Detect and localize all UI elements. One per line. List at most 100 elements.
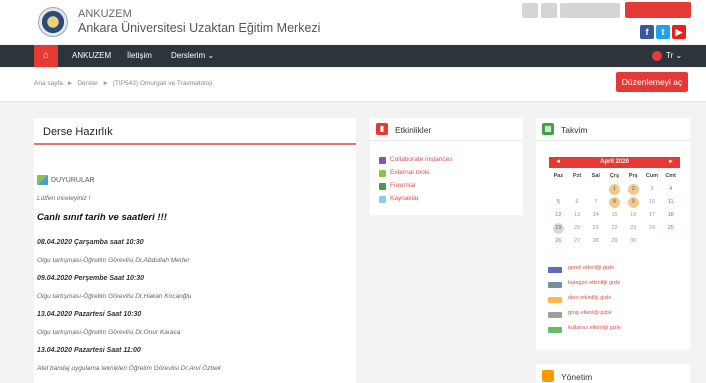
nav-item-iletisim[interactable]: İletişim [127, 45, 152, 67]
calendar-day[interactable]: 5 [549, 196, 568, 209]
university-logo[interactable] [38, 7, 68, 37]
activity-label[interactable]: Kaynaklar [390, 195, 419, 202]
site-subtitle[interactable]: Ankara Üniversitesi Uzaktan Eğitim Merke… [78, 21, 320, 35]
calendar-day[interactable]: 16 [624, 209, 643, 222]
calendar-day-number: 25 [667, 225, 674, 231]
activity-label[interactable]: Collaborate instances [390, 156, 453, 163]
schedule-date: 08.04.2020 Çarşamba saat 10:30 [37, 239, 144, 246]
calendar-day-number: 2 [627, 184, 639, 195]
calendar-day[interactable]: 10 [643, 196, 662, 209]
calendar-day[interactable]: 14 [586, 209, 605, 222]
home-icon[interactable]: ⌂ [34, 45, 58, 67]
language-selector[interactable]: Tr ⌄ [666, 45, 682, 67]
calendar-day[interactable]: 1 [605, 183, 624, 196]
calendar-day[interactable]: 23 [624, 222, 643, 235]
language-flag-icon[interactable] [652, 51, 662, 61]
breadcrumb-separator: ► [102, 80, 109, 87]
login-button[interactable] [625, 2, 691, 18]
calendar-empty-cell [568, 183, 587, 196]
calendar-month-label[interactable]: April 2020 [600, 159, 629, 165]
prev-month-icon[interactable]: ◄ [555, 157, 561, 168]
calendar-day[interactable]: 18 [661, 209, 680, 222]
activity-label[interactable]: Forumlar [390, 182, 416, 189]
top-icon-button-2[interactable] [541, 3, 557, 18]
announcements-label[interactable]: DUYURULAR [51, 177, 95, 184]
calendar-day-number: 30 [630, 238, 637, 244]
legend-label[interactable]: grup etkinliği gizle [568, 310, 612, 316]
schedule-date: 13.04.2020 Pazartesi Saat 11:00 [37, 347, 141, 354]
schedule-desc: Atel bandaj uygulama teknikleri Öğretim … [37, 365, 221, 372]
calendar-day[interactable]: 8 [605, 196, 624, 209]
facebook-icon[interactable]: f [640, 25, 654, 39]
calendar-day[interactable]: 2 [624, 183, 643, 196]
calendar-day-number: 7 [594, 199, 598, 205]
legend-label[interactable]: kategori etkinliği gizle [568, 280, 620, 286]
nav-item-derslerim[interactable]: Derslerim ⌄ [171, 45, 214, 67]
calendar-day[interactable]: 3 [643, 183, 662, 196]
calendar-day[interactable]: 30 [624, 235, 643, 248]
top-icon-button-1[interactable] [522, 3, 538, 18]
calendar-day[interactable]: 22 [605, 222, 624, 235]
calendar-day-number: 20 [574, 225, 581, 231]
activity-label[interactable]: External tools [390, 169, 429, 176]
calendar-day[interactable]: 17 [643, 209, 662, 222]
calendar-day-number: 6 [575, 199, 579, 205]
calendar-day[interactable]: 9 [624, 196, 643, 209]
calendar-empty-cell [661, 235, 680, 248]
calendar-day-number: 8 [609, 197, 621, 208]
notice-text: Lütfen inceleyiniz ! [37, 195, 91, 202]
top-button[interactable] [560, 3, 620, 18]
nav-item-ankuzem[interactable]: ANKUZEM [72, 45, 111, 67]
youtube-icon[interactable]: ▶ [672, 25, 686, 39]
calendar-day[interactable]: 6 [568, 196, 587, 209]
site-name[interactable]: ANKUZEM [78, 8, 132, 20]
management-block: Yönetim [536, 364, 690, 383]
turn-editing-on-button[interactable]: Düzenlemeyi aç [616, 72, 688, 92]
breadcrumb-courses[interactable]: Dersler [77, 80, 98, 87]
calendar-day-number: 11 [667, 199, 674, 205]
schedule-desc: Olgu tartışması-Öğretim Görevlisi Dr.Hak… [37, 293, 192, 300]
calendar-day[interactable]: 19 [549, 222, 568, 235]
calendar-empty-cell [549, 183, 568, 196]
calendar-weekday: Pzt [572, 173, 582, 179]
legend-label[interactable]: kullanıcı etkinliği gizle [568, 325, 621, 331]
calendar-day[interactable]: 27 [568, 235, 587, 248]
calendar-week-row: 12 3 4 [549, 183, 680, 196]
calendar-grid: Paz Pzt Sal Çrş Prş Cum Cmt 1 2 3 4 5 6 7 8 9 10 11 12 13 14… [549, 170, 680, 248]
section-title: Derse Hazırlık [43, 126, 113, 138]
activities-icon: ▮ [376, 123, 388, 135]
calendar-day[interactable]: 15 [605, 209, 624, 222]
calendar-weekday-row: Paz Pzt Sal Çrş Prş Cum Cmt [549, 170, 680, 183]
twitter-icon[interactable]: t [656, 25, 670, 39]
calendar-day-number: 24 [648, 225, 656, 231]
schedule-date: 09.04.2020 Perşembe Saat 10:30 [37, 275, 145, 282]
breadcrumb-course[interactable]: (TIP543) Omurgalı ve Travmatoloji [113, 80, 212, 87]
calendar-week-row: 12 13 14 15 16 17 18 [549, 209, 680, 222]
breadcrumb-separator: ► [66, 80, 74, 87]
calendar-day[interactable]: 20 [568, 222, 587, 235]
event-type-icon [548, 282, 562, 288]
calendar-day[interactable]: 12 [549, 209, 568, 222]
management-title: Yönetim [561, 372, 593, 382]
breadcrumb-home[interactable]: Ana sayfa [34, 80, 63, 87]
activities-header: ▮ Etkinlikler [370, 118, 523, 141]
calendar-empty-cell [586, 183, 605, 196]
next-month-icon[interactable]: ► [668, 157, 674, 168]
page: ANKUZEM Ankara Üniversitesi Uzaktan Eğit… [0, 0, 706, 383]
schedule-desc: Olgu tartışması-Öğretim Görevlisi Dr.Abd… [37, 257, 190, 264]
legend-label[interactable]: ders etkinliği gizle [568, 295, 611, 301]
forum-icon [37, 175, 48, 185]
calendar-title: Takvim [561, 125, 588, 135]
calendar-day[interactable]: 26 [549, 235, 568, 248]
calendar-day-number: 22 [611, 225, 618, 231]
calendar-day[interactable]: 13 [568, 209, 587, 222]
legend-label[interactable]: genel etkinliği gizle [568, 265, 614, 271]
calendar-day[interactable]: 21 [586, 222, 605, 235]
calendar-day[interactable]: 24 [643, 222, 662, 235]
calendar-day[interactable]: 4 [661, 183, 680, 196]
calendar-day[interactable]: 7 [586, 196, 605, 209]
calendar-day[interactable]: 28 [586, 235, 605, 248]
calendar-day[interactable]: 11 [661, 196, 680, 209]
calendar-day[interactable]: 25 [661, 222, 680, 235]
calendar-day[interactable]: 29 [605, 235, 624, 248]
